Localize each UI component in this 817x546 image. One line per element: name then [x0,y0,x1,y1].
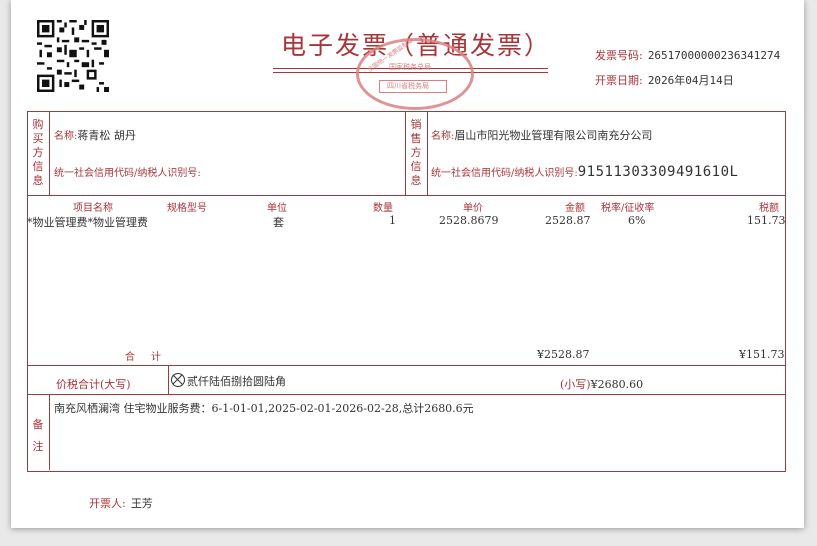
buyer-name: 蒋青松 胡丹 [77,129,136,142]
party-divider [27,195,785,196]
seller-taxid-row: 统一社会信用代码/纳税人识别号:91511303309491610L [431,161,738,180]
buyer-section-label: 购 买 方 信 息 [32,118,44,188]
grand-total-label-text: 价税合计(大写) [56,378,131,391]
buyer-name-label: 名称: [54,131,78,142]
seller-label-char: 售 [410,132,422,145]
item-price: 2528.8679 [439,214,499,227]
total-label-divider [168,365,169,394]
remarks-text: 南充风栖澜湾 住宅物业服务费：6-1-01-01,2025-02-01-2026… [54,402,474,415]
grand-total-upper: 贰仟陆佰捌拾圆陆角 [171,373,286,389]
seller-label-divider [427,111,428,195]
buyer-label-char: 购 [32,118,44,131]
item-tax: 151.73 [747,214,786,227]
seller-label-char: 息 [410,174,422,187]
buyer-taxid-row: 统一社会信用代码/纳税人识别号: [54,161,201,180]
buyer-label-char: 方 [32,146,44,159]
total-amount: ¥2528.87 [537,348,590,361]
seller-label-char: 销 [410,118,422,131]
grand-total-lower-label: (小写) [560,378,591,391]
total-tax: ¥151.73 [739,348,785,361]
issue-date-value: 2026年04月14日 [647,74,734,87]
issuer: 开票人: 王芳 [89,492,153,511]
seller-name-label: 名称: [431,131,455,142]
remarks-label: 备 注 [32,414,44,458]
seller-name-row: 名称:眉山市阳光物业管理有限公司南充分公司 [431,124,652,143]
invoice-number-label: 发票号码: [595,49,643,62]
qr-code [37,20,109,92]
col-unit: 单位 [267,203,287,214]
remarks-label-divider [49,394,50,470]
seller-label-char: 方 [410,146,422,159]
item-unit: 套 [273,216,284,229]
grand-total-lower-value: ¥2680.60 [590,378,644,391]
remarks-label-char: 备 [32,418,44,431]
total-divider [27,394,785,395]
seal-bar-text: 四川省税务局 [387,82,429,90]
col-qty: 数量 [373,203,393,214]
item-amount: 2528.87 [545,214,591,227]
col-spec: 规格型号 [167,203,207,214]
seller-taxid-label: 统一社会信用代码/纳税人识别号: [431,168,578,179]
col-price: 单价 [463,203,483,214]
item-qty: 1 [389,214,396,227]
item-name: *物业管理费*物业管理费 [27,216,148,229]
buyer-taxid-label: 统一社会信用代码/纳税人识别号: [54,168,201,179]
buyer-label-char: 买 [32,132,44,145]
seal-middle-text: 国家税务总局 [389,63,431,71]
grand-total-label: 价税合计(大写) [56,373,131,392]
seller-section-label: 销 售 方 信 息 [410,118,422,188]
cross-circle-icon [171,373,185,387]
invoice-number: 发票号码: 26517000000236341274 [595,44,780,63]
issue-date: 开票日期: 2026年04月14日 [595,69,734,88]
invoice-paper: 电子发票（普通发票） 全国统一发票监制章 国家税务总局 四川省税务局 发票号码:… [11,0,804,528]
invoice-number-value: 26517000000236341274 [647,49,781,62]
issuer-name: 王芳 [130,497,153,510]
buyer-label-char: 信 [32,160,44,173]
grand-total-lower: (小写)¥2680.60 [560,373,643,392]
item-rate: 6% [628,214,646,227]
party-center-divider [405,111,406,195]
col-name: 项目名称 [73,203,113,214]
seller-name: 眉山市阳光物业管理有限公司南充分公司 [454,129,653,142]
seller-taxid: 91511303309491610L [577,164,739,180]
col-tax: 税额 [759,203,779,214]
seller-label-char: 信 [410,160,422,173]
grand-total-upper-text: 贰仟陆佰捌拾圆陆角 [187,375,286,388]
buyer-label-char: 息 [32,174,44,187]
issue-date-label: 开票日期: [595,74,643,87]
tax-seal [356,38,474,110]
items-divider [27,365,785,366]
buyer-name-row: 名称:蒋青松 胡丹 [54,124,136,143]
total-label: 合 计 [125,352,164,363]
col-rate: 税率/征收率 [601,203,655,214]
buyer-label-divider [49,111,50,195]
col-amount: 金额 [565,203,585,214]
remarks-label-char: 注 [32,440,44,453]
issuer-label: 开票人: [89,497,126,510]
